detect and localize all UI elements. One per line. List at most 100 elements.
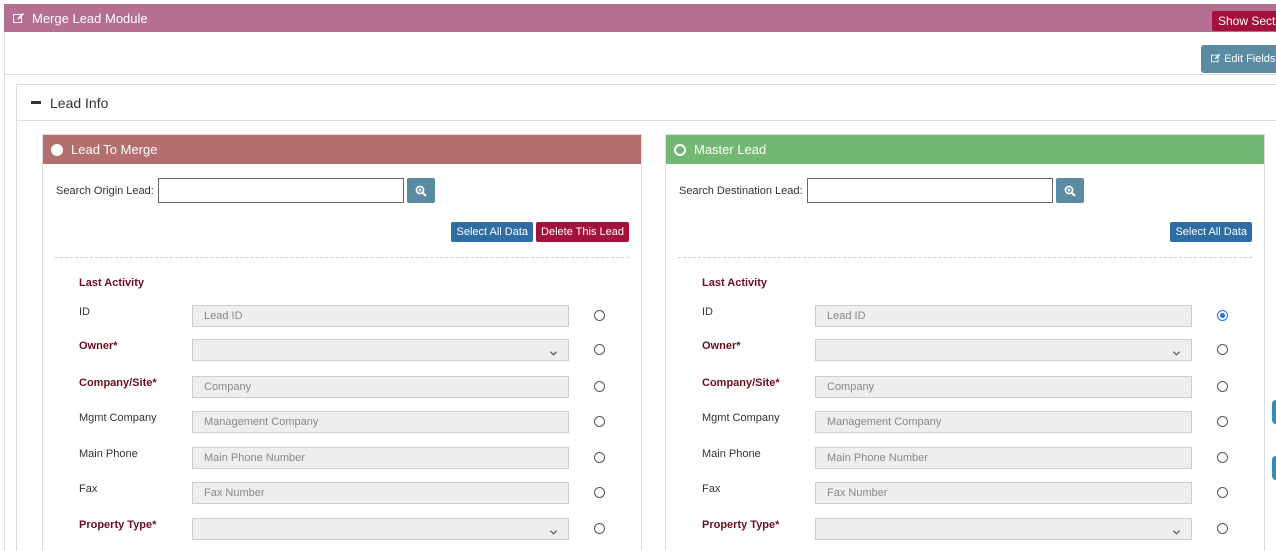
- master-lead-header: Master Lead: [666, 135, 1264, 164]
- chevron-down-icon: [1172, 345, 1181, 365]
- field-label-company-site: Company/Site*: [702, 377, 780, 389]
- origin-search-input[interactable]: [157, 178, 404, 203]
- chevron-down-icon: [1172, 524, 1181, 544]
- field-row-fax: Fax Fax Number: [702, 482, 1264, 504]
- input-main-phone[interactable]: Main Phone Number: [192, 447, 569, 469]
- field-placeholder: Lead ID: [827, 310, 866, 322]
- field-label-mgmt-company: Mgmt Company: [702, 412, 780, 424]
- select-all-data-button[interactable]: Select All Data: [1170, 222, 1252, 242]
- select-field-radio-property-type[interactable]: [1217, 523, 1228, 534]
- field-label-fax: Fax: [79, 483, 98, 495]
- field-row-property-type: Property Type*: [702, 518, 1264, 540]
- field-label-main-phone: Main Phone: [702, 448, 761, 460]
- destination-search-button[interactable]: [1055, 178, 1084, 203]
- select-field-radio-company-site[interactable]: [1217, 381, 1228, 392]
- field-row-id: ID Lead ID: [702, 305, 1264, 327]
- edit-fields-label: Edit Fields: [1224, 53, 1276, 65]
- field-label-id: ID: [79, 306, 90, 318]
- select-property-type[interactable]: [192, 518, 569, 540]
- field-label-mgmt-company: Mgmt Company: [79, 412, 157, 424]
- master-lead-title: Master Lead: [694, 142, 767, 157]
- select-owner[interactable]: [815, 339, 1192, 361]
- origin-search-label: Search Origin Lead:: [56, 184, 154, 197]
- destination-search-input[interactable]: [806, 178, 1053, 203]
- field-row-fax: Fax Fax Number: [79, 482, 641, 504]
- select-field-radio-fax[interactable]: [1217, 487, 1228, 498]
- select-field-radio-company-site[interactable]: [594, 381, 605, 392]
- field-row-main-phone: Main Phone Main Phone Number: [702, 447, 1264, 469]
- field-row-owner: Owner*: [79, 339, 641, 361]
- select-field-radio-fax[interactable]: [594, 487, 605, 498]
- lead-to-merge-title: Lead To Merge: [71, 142, 158, 157]
- circle-icon: [51, 143, 63, 156]
- field-row-id: ID Lead ID: [79, 305, 641, 327]
- field-placeholder: Main Phone Number: [204, 452, 305, 464]
- edit-icon: [1211, 53, 1221, 63]
- side-scroll-marker: [1272, 400, 1276, 424]
- module-title: Merge Lead Module: [32, 10, 148, 26]
- select-field-radio-main-phone[interactable]: [1217, 452, 1228, 463]
- destination-search-label: Search Destination Lead:: [679, 184, 803, 197]
- lead-info-header[interactable]: Lead Info: [17, 85, 1276, 121]
- select-field-radio-mgmt-company[interactable]: [594, 416, 605, 427]
- field-label-main-phone: Main Phone: [79, 448, 138, 460]
- field-label-property-type: Property Type*: [79, 519, 157, 531]
- input-id[interactable]: Lead ID: [815, 305, 1192, 327]
- module-header-bar: Merge Lead Module Show Section: [4, 4, 1276, 32]
- edit-fields-button[interactable]: Edit Fields: [1201, 45, 1276, 73]
- field-placeholder: Fax Number: [204, 487, 265, 499]
- field-row-main-phone: Main Phone Main Phone Number: [79, 447, 641, 469]
- select-field-radio-owner[interactable]: [594, 344, 605, 355]
- field-placeholder: Company: [827, 381, 875, 393]
- field-label-company-site: Company/Site*: [79, 377, 157, 389]
- select-field-radio-owner[interactable]: [1217, 344, 1228, 355]
- destination-search-row: Search Destination Lead:: [679, 178, 1084, 203]
- last-activity-label: Last Activity: [702, 277, 768, 289]
- zoom-in-icon: [1064, 185, 1076, 197]
- input-main-phone[interactable]: Main Phone Number: [815, 447, 1192, 469]
- field-row-company-site: Company/Site* Company: [79, 376, 641, 398]
- select-property-type[interactable]: [815, 518, 1192, 540]
- select-owner[interactable]: [192, 339, 569, 361]
- field-placeholder: Fax Number: [827, 487, 888, 499]
- side-scroll-marker: [1272, 456, 1276, 480]
- master-lead-card: Master Lead Search Destination Lead: Sel…: [665, 134, 1265, 551]
- select-field-radio-property-type[interactable]: [594, 523, 605, 534]
- origin-search-row: Search Origin Lead:: [56, 178, 435, 203]
- field-placeholder: Management Company: [827, 416, 942, 428]
- input-id[interactable]: Lead ID: [192, 305, 569, 327]
- field-placeholder: Company: [204, 381, 252, 393]
- divider: [678, 257, 1252, 258]
- field-placeholder: Lead ID: [204, 310, 243, 322]
- lead-to-merge-header: Lead To Merge: [43, 135, 641, 164]
- field-label-fax: Fax: [702, 483, 721, 495]
- field-label-owner: Owner*: [702, 340, 741, 352]
- collapse-icon[interactable]: [31, 101, 41, 104]
- zoom-in-icon: [415, 185, 427, 197]
- edit-icon: [12, 11, 26, 25]
- field-label-property-type: Property Type*: [702, 519, 780, 531]
- input-fax[interactable]: Fax Number: [815, 482, 1192, 504]
- field-label-owner: Owner*: [79, 340, 118, 352]
- select-field-radio-main-phone[interactable]: [594, 452, 605, 463]
- show-section-button[interactable]: Show Section: [1212, 11, 1276, 31]
- chevron-down-icon: [549, 524, 558, 544]
- input-company-site[interactable]: Company: [192, 376, 569, 398]
- divider: [55, 257, 629, 258]
- delete-this-lead-button[interactable]: Delete This Lead: [536, 222, 629, 242]
- select-field-radio-mgmt-company[interactable]: [1217, 416, 1228, 427]
- right-action-buttons: Select All Data: [1170, 222, 1252, 242]
- input-mgmt-company[interactable]: Management Company: [192, 411, 569, 433]
- select-field-radio-id[interactable]: [594, 310, 605, 321]
- circle-outline-icon: [674, 143, 686, 156]
- field-row-company-site: Company/Site* Company: [702, 376, 1264, 398]
- field-placeholder: Management Company: [204, 416, 319, 428]
- select-all-data-button[interactable]: Select All Data: [451, 222, 534, 242]
- select-field-radio-id[interactable]: [1217, 310, 1228, 321]
- lead-to-merge-card: Lead To Merge Search Origin Lead: Select…: [42, 134, 642, 551]
- input-fax[interactable]: Fax Number: [192, 482, 569, 504]
- origin-search-button[interactable]: [406, 178, 435, 203]
- input-company-site[interactable]: Company: [815, 376, 1192, 398]
- field-row-mgmt-company: Mgmt Company Management Company: [702, 411, 1264, 433]
- input-mgmt-company[interactable]: Management Company: [815, 411, 1192, 433]
